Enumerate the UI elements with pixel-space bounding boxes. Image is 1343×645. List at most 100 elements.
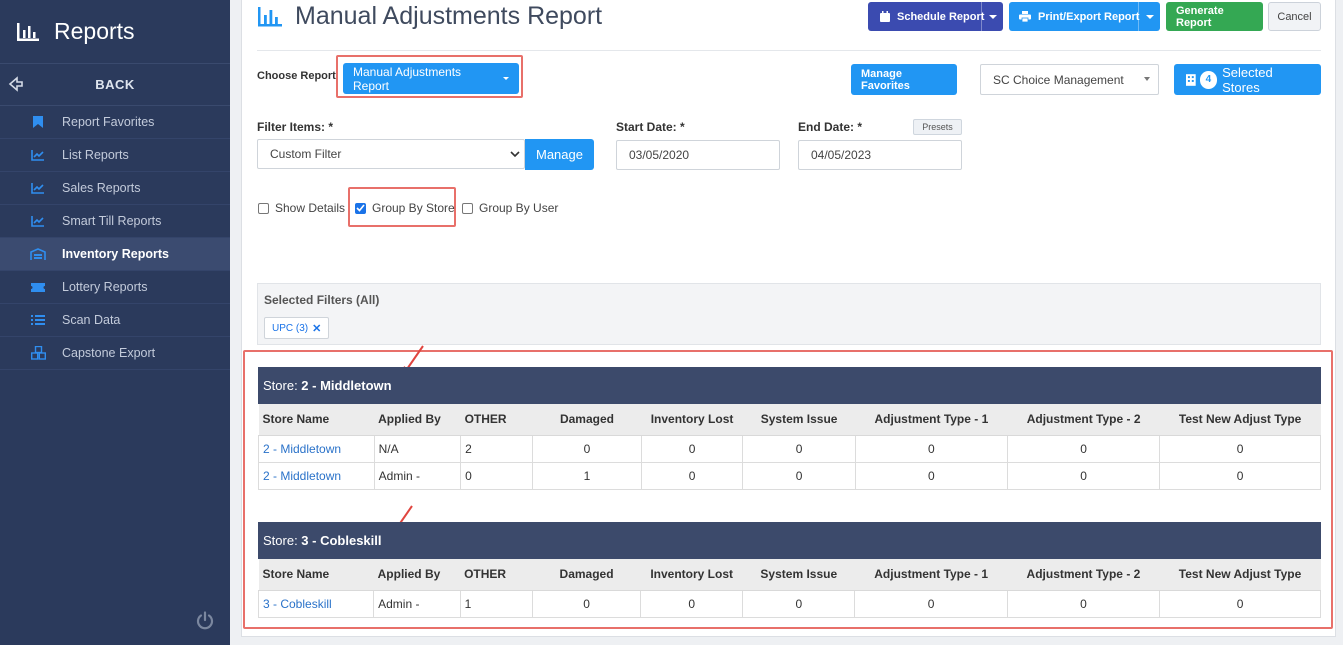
- building-icon: [1186, 73, 1196, 86]
- manage-favorites-label: Manage Favorites: [861, 67, 910, 92]
- checkbox-unchecked[interactable]: [258, 202, 269, 214]
- chevron-down-icon: [1145, 14, 1154, 19]
- checkbox-checked[interactable]: [355, 202, 366, 214]
- column-header[interactable]: Store Name: [258, 559, 374, 591]
- group-by-user-checkbox[interactable]: Group By User: [462, 201, 558, 215]
- report-select-button[interactable]: Manual Adjustments Report: [343, 63, 519, 94]
- check-icon: [356, 204, 365, 212]
- column-header[interactable]: System Issue: [742, 404, 856, 436]
- column-header[interactable]: Store Name: [258, 404, 375, 436]
- filter-chip-label: UPC (3): [272, 322, 309, 334]
- column-header[interactable]: Adjustment Type - 1: [855, 404, 1008, 436]
- line-chart-icon: [30, 180, 46, 196]
- column-header[interactable]: Adjustment Type - 1: [854, 559, 1008, 591]
- end-date-label: End Date: *: [798, 120, 863, 134]
- print-export-button[interactable]: Print/Export Report: [1009, 2, 1160, 31]
- selected-stores-label: Selected Stores: [1222, 64, 1273, 95]
- start-date-input[interactable]: 03/05/2020: [616, 140, 780, 170]
- column-header[interactable]: Applied By: [374, 404, 461, 436]
- column-header[interactable]: System Issue: [742, 559, 855, 591]
- store-group-header: Store: 3 - Cobleskill: [258, 522, 1321, 559]
- sidebar: Reports BACK Report Favorites List Report…: [0, 0, 230, 645]
- column-header[interactable]: Adjustment Type - 2: [1007, 404, 1160, 436]
- stores-count-badge: 4: [1199, 70, 1218, 89]
- column-header[interactable]: Inventory Lost: [640, 559, 743, 591]
- cancel-button[interactable]: Cancel: [1268, 2, 1321, 31]
- column-header[interactable]: OTHER: [460, 559, 533, 591]
- sidebar-title: Reports: [54, 18, 135, 44]
- schedule-dropdown-toggle[interactable]: [981, 2, 1003, 31]
- filter-chip[interactable]: UPC (3) ✕: [264, 317, 330, 339]
- show-details-label: Show Details: [275, 201, 346, 215]
- list-icon: [30, 312, 46, 328]
- column-header[interactable]: OTHER: [460, 404, 533, 436]
- table-cell: N/A: [373, 434, 462, 463]
- table-cell: 0: [1006, 461, 1161, 490]
- page-title-text: Manual Adjustments Report: [295, 2, 603, 30]
- sidebar-item-label: Inventory Reports: [62, 247, 169, 261]
- sidebar-item-label: Capstone Export: [62, 346, 156, 360]
- filter-items-value: Custom Filter: [270, 147, 342, 161]
- sidebar-item-label: Scan Data: [62, 313, 121, 327]
- ticket-icon: [30, 279, 46, 295]
- close-icon[interactable]: ✕: [312, 322, 321, 335]
- column-header[interactable]: Applied By: [373, 559, 461, 591]
- print-dropdown-toggle[interactable]: [1138, 2, 1160, 31]
- checkbox-unchecked[interactable]: [462, 202, 473, 214]
- printer-icon: [1019, 11, 1031, 22]
- table-cell: 0: [742, 589, 856, 618]
- selected-stores-button[interactable]: 4 Selected Stores: [1174, 64, 1321, 95]
- filter-items-select[interactable]: Custom Filter: [257, 139, 525, 169]
- show-details-checkbox[interactable]: Show Details: [258, 201, 345, 215]
- sidebar-item-list-reports[interactable]: List Reports: [0, 139, 230, 172]
- store-link[interactable]: 2 - Middletown: [263, 469, 341, 483]
- column-header[interactable]: Test New Adjust Type: [1159, 404, 1321, 436]
- sidebar-item-inventory-reports[interactable]: Inventory Reports: [0, 238, 230, 271]
- chevron-down-icon: [1144, 77, 1150, 81]
- table-cell: 0: [640, 461, 744, 490]
- table-cell: 0: [1159, 434, 1321, 463]
- bookmark-icon: [30, 114, 46, 130]
- sidebar-item-report-favorites[interactable]: Report Favorites: [0, 106, 230, 139]
- line-chart-icon: [30, 213, 46, 229]
- table-cell: 0: [742, 434, 856, 463]
- manage-favorites-button[interactable]: Manage Favorites: [851, 64, 957, 95]
- sidebar-item-scan-data[interactable]: Scan Data: [0, 304, 230, 337]
- cubes-icon: [30, 345, 46, 361]
- filter-items-label: Filter Items: *: [257, 120, 334, 134]
- chevron-down-icon: [503, 77, 509, 80]
- column-header[interactable]: Damaged: [532, 404, 642, 436]
- manage-filter-button[interactable]: Manage: [525, 139, 594, 170]
- sidebar-item-label: List Reports: [62, 148, 129, 162]
- company-select[interactable]: SC Choice Management: [980, 64, 1159, 95]
- power-icon[interactable]: [194, 610, 216, 632]
- store-link[interactable]: 2 - Middletown: [263, 442, 341, 456]
- end-date-input[interactable]: 04/05/2023: [798, 140, 962, 170]
- table-cell: 0: [742, 461, 856, 490]
- table-row: 3 - Cobleskill Admin -1000000: [257, 589, 1321, 618]
- calendar-icon: [880, 11, 890, 22]
- sidebar-item-capstone-export[interactable]: Capstone Export: [0, 337, 230, 370]
- group-by-store-checkbox[interactable]: Group By Store: [355, 201, 455, 215]
- sidebar-item-smart-till-reports[interactable]: Smart Till Reports: [0, 205, 230, 238]
- group-by-store-label: Group By Store: [372, 201, 455, 215]
- selected-filters-label: Selected Filters (All): [264, 293, 380, 307]
- column-header[interactable]: Test New Adjust Type: [1159, 559, 1321, 591]
- column-header[interactable]: Damaged: [532, 559, 641, 591]
- table-row: 2 - Middletown N/A 2 0 0 0 0 0 0: [258, 434, 1321, 463]
- table-cell: 0: [532, 434, 642, 463]
- table-cell: 0: [460, 461, 534, 490]
- column-header[interactable]: Adjustment Type - 2: [1007, 559, 1160, 591]
- schedule-report-button[interactable]: Schedule Report: [868, 2, 1003, 31]
- column-header[interactable]: Inventory Lost: [641, 404, 743, 436]
- sidebar-item-sales-reports[interactable]: Sales Reports: [0, 172, 230, 205]
- sidebar-item-lottery-reports[interactable]: Lottery Reports: [0, 271, 230, 304]
- presets-button[interactable]: Presets: [913, 119, 962, 135]
- table-cell: 1: [532, 461, 642, 490]
- manage-filter-label: Manage: [536, 147, 583, 162]
- generate-report-button[interactable]: Generate Report: [1166, 2, 1263, 31]
- back-button[interactable]: BACK: [0, 64, 230, 106]
- store-link[interactable]: 3 - Cobleskill: [263, 597, 332, 611]
- table-row: 2 - Middletown Admin -0100000: [258, 461, 1321, 490]
- generate-report-label: Generate Report: [1176, 4, 1224, 29]
